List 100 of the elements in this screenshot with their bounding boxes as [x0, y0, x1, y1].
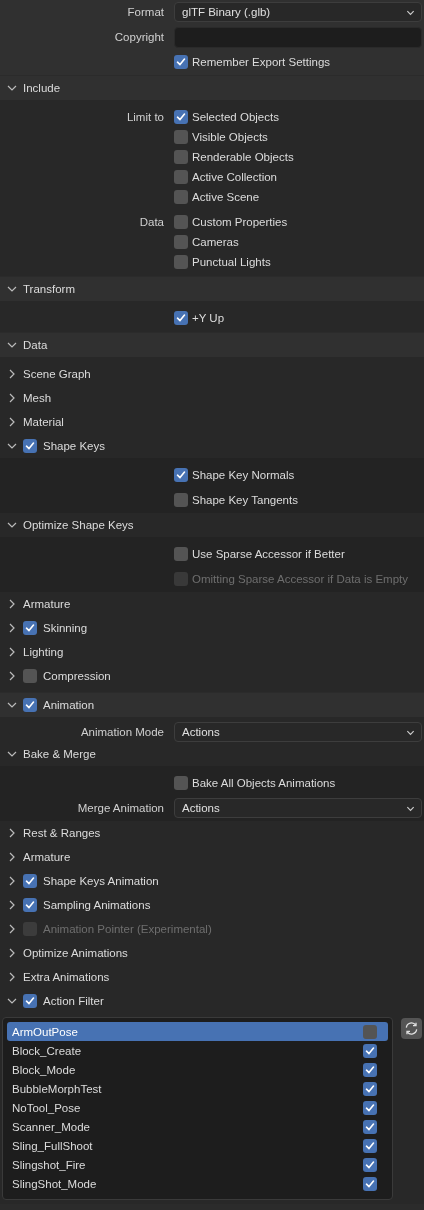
checkbox[interactable] [23, 898, 37, 912]
checkbox[interactable] [174, 110, 188, 124]
checkbox[interactable] [174, 547, 188, 561]
panel-title[interactable]: Shape Keys [43, 440, 105, 452]
chevron-down-icon[interactable] [7, 340, 17, 350]
chevron-right-icon[interactable] [7, 623, 17, 633]
checkbox[interactable] [174, 215, 188, 229]
checkbox[interactable] [174, 776, 188, 790]
chevron-right-icon[interactable] [7, 671, 17, 681]
list-item[interactable]: Scanner_Mode [7, 1117, 388, 1136]
panel-title[interactable]: Optimize Shape Keys [23, 519, 134, 531]
chevron-down-icon[interactable] [7, 700, 17, 710]
panel-title[interactable]: Mesh [23, 392, 52, 404]
list-item[interactable]: Slingshot_Fire [7, 1155, 388, 1174]
checkbox-label: Bake All Objects Animations [192, 777, 336, 789]
checkbox[interactable] [363, 1024, 377, 1039]
chevron-right-icon[interactable] [7, 948, 17, 958]
panel-title[interactable]: Scene Graph [23, 368, 91, 380]
checkbox-label: Cameras [192, 236, 239, 248]
checkbox[interactable] [174, 468, 188, 482]
checkbox[interactable] [174, 493, 188, 507]
panel-title[interactable]: Sampling Animations [43, 899, 151, 911]
checkbox[interactable] [174, 150, 188, 164]
chevron-right-icon[interactable] [7, 599, 17, 609]
list-item[interactable]: Block_Create [7, 1041, 388, 1060]
checkbox[interactable] [23, 669, 37, 683]
list-item[interactable]: NoTool_Pose [7, 1098, 388, 1117]
checkbox[interactable] [23, 698, 37, 712]
chevron-right-icon[interactable] [7, 647, 17, 657]
chevron-right-icon[interactable] [7, 852, 17, 862]
panel-title[interactable]: Animation [43, 699, 95, 711]
checkbox[interactable] [174, 130, 188, 144]
panel-title[interactable]: Extra Animations [23, 971, 110, 983]
checkbox[interactable] [363, 1138, 377, 1153]
checkbox[interactable] [174, 311, 188, 325]
checkbox[interactable] [174, 235, 188, 249]
refresh-icon[interactable] [401, 1018, 422, 1039]
checkbox[interactable] [174, 190, 188, 204]
checkbox-label: Shape Key Normals [192, 469, 295, 481]
checkbox-label: Active Collection [192, 171, 277, 183]
panel-title[interactable]: Rest & Ranges [23, 827, 101, 839]
checkbox[interactable] [363, 1062, 377, 1077]
panel-title[interactable]: Lighting [23, 646, 64, 658]
checkbox-label: Custom Properties [192, 216, 288, 228]
checkbox[interactable] [23, 621, 37, 635]
dropdown[interactable]: glTF Binary (.glb) [174, 2, 422, 22]
checkbox-label: Visible Objects [192, 131, 268, 143]
chevron-right-icon[interactable] [7, 972, 17, 982]
list-item[interactable]: Block_Mode [7, 1060, 388, 1079]
checkbox[interactable] [363, 1100, 377, 1115]
panel-title[interactable]: Data [23, 339, 48, 351]
panel-title[interactable]: Compression [43, 670, 111, 682]
chevron-down-icon[interactable] [7, 83, 17, 93]
panel-title[interactable]: Transform [23, 283, 75, 295]
chevron-right-icon[interactable] [7, 828, 17, 838]
checkbox[interactable] [363, 1043, 377, 1058]
checkbox-label: Punctual Lights [192, 256, 271, 268]
checkbox[interactable] [363, 1119, 377, 1134]
chevron-down-icon[interactable] [7, 996, 17, 1006]
checkbox[interactable] [174, 170, 188, 184]
panel-title[interactable]: Skinning [43, 622, 88, 634]
list-item[interactable]: ArmOutPose [7, 1022, 388, 1041]
panel-title[interactable]: Optimize Animations [23, 947, 128, 959]
checkbox[interactable] [23, 874, 37, 888]
chevron-right-icon[interactable] [7, 393, 17, 403]
panel-title[interactable]: Include [23, 82, 61, 94]
checkbox-label: Active Scene [192, 191, 260, 203]
checkbox-label: +Y Up [192, 312, 225, 324]
checkbox[interactable] [174, 255, 188, 269]
chevron-right-icon[interactable] [7, 417, 17, 427]
panel-title[interactable]: Armature [23, 851, 71, 863]
chevron-down-icon[interactable] [7, 284, 17, 294]
checkbox[interactable] [23, 994, 37, 1008]
panel-title[interactable]: Bake & Merge [23, 748, 96, 760]
panel-title[interactable]: Armature [23, 598, 71, 610]
list-item[interactable]: SlingShot_Mode [7, 1174, 388, 1193]
panel-title[interactable]: Action Filter [43, 995, 104, 1007]
dropdown[interactable]: Actions [174, 722, 422, 742]
checkbox[interactable] [363, 1157, 377, 1172]
panel-title[interactable]: Material [23, 416, 64, 428]
list-item[interactable]: Sling_FullShoot [7, 1136, 388, 1155]
checkbox[interactable] [363, 1176, 377, 1191]
checkbox[interactable] [174, 55, 188, 69]
checkbox-label: Selected Objects [192, 111, 279, 123]
checkbox-label: Renderable Objects [192, 151, 294, 163]
group-label: Limit to [125, 110, 164, 125]
chevron-down-icon[interactable] [7, 441, 17, 451]
chevron-right-icon[interactable] [7, 369, 17, 379]
checkbox[interactable] [23, 439, 37, 453]
field-label: Copyright [113, 31, 164, 43]
group-label: Data [138, 215, 164, 230]
chevron-down-icon[interactable] [7, 520, 17, 530]
chevron-right-icon[interactable] [7, 900, 17, 910]
field-label: Animation Mode [79, 726, 164, 738]
chevron-right-icon[interactable] [7, 876, 17, 886]
chevron-down-icon[interactable] [7, 749, 17, 759]
panel-title[interactable]: Shape Keys Animation [43, 875, 159, 887]
list-item[interactable]: BubbleMorphTest [7, 1079, 388, 1098]
checkbox[interactable] [363, 1081, 377, 1096]
dropdown[interactable]: Actions [174, 798, 422, 818]
